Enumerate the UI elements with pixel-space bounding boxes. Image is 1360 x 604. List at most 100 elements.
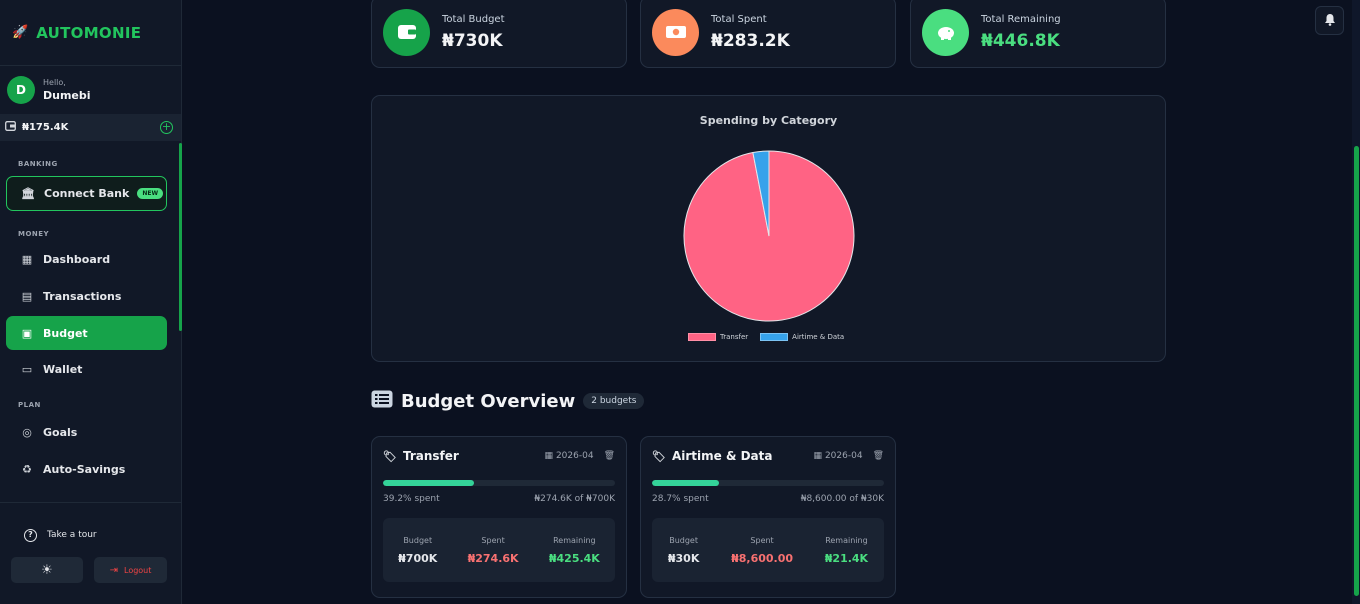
spent-label: Spent — [481, 535, 505, 545]
tag-icon: 🏷 — [383, 449, 397, 463]
spent-summary: ₦8,600.00 of ₦30K — [800, 494, 884, 504]
rocket-icon: 🚀 — [12, 25, 29, 40]
take-tour-label: Take a tour — [47, 530, 97, 540]
sidebar-item-label: Auto-Savings — [43, 462, 126, 476]
calendar-icon: ▦ — [813, 451, 822, 461]
sidebar-item-label: Wallet — [43, 362, 83, 376]
stat-value: ₦446.8K — [981, 30, 1060, 51]
stat-value: ₦730K — [442, 30, 503, 51]
page-scrollbar-thumb[interactable] — [1354, 146, 1359, 596]
brand[interactable]: 🚀 AUTOMONIE — [0, 0, 181, 66]
budget-label: Budget — [669, 535, 698, 545]
logout-button[interactable]: ⇥ Logout — [94, 557, 167, 583]
connect-bank-button[interactable]: 🏛 Connect Bank NEW — [6, 176, 167, 211]
budget-name: Transfer — [402, 449, 459, 463]
piggy-icon: ♻ — [22, 462, 32, 476]
calendar-icon: ▦ — [544, 451, 553, 461]
greeting: Hello, — [43, 78, 66, 87]
spent-amount: ₦274.6K — [467, 551, 519, 565]
budget-overview-header: Budget Overview 2 budgets — [371, 390, 645, 412]
sidebar-footer: ? Take a tour ☀ ⇥ Logout — [0, 502, 182, 583]
sidebar-item-label: Transactions — [43, 289, 122, 303]
sidebar-item-wallet[interactable]: ▭ Wallet — [6, 352, 167, 386]
page-scrollbar[interactable] — [1352, 0, 1360, 604]
sidebar-item-label: Budget — [43, 326, 88, 340]
budget-overview-title: Budget Overview — [401, 390, 576, 412]
budget-period: 2026-04 — [824, 451, 863, 461]
legend-swatch — [760, 333, 789, 341]
budget-card-transfer[interactable]: 🏷 Transfer ▦ 2026-04 🗑 39.2% spent ₦274.… — [371, 436, 627, 598]
budget-breakdown: Budget ₦30K Spent ₦8,600.00 Remaining ₦21.4… — [652, 518, 884, 582]
pie-chart — [683, 150, 855, 322]
sidebar-item-label: Dashboard — [43, 252, 111, 266]
dashboard-icon: ▦ — [21, 252, 33, 266]
sidebar: 🚀 AUTOMONIE D Hello, Dumebi ₦175.4K + BA… — [0, 0, 182, 604]
budget-icon: ▣ — [21, 326, 33, 340]
legend-item[interactable]: Transfer — [688, 333, 748, 341]
legend-label: Transfer — [720, 333, 749, 341]
budget-period: 2026-04 — [555, 451, 594, 461]
help-icon: ? — [24, 528, 37, 542]
legend-item[interactable]: Airtime & Data — [760, 333, 844, 341]
budget-count-badge: 2 budgets — [583, 393, 645, 409]
legend-swatch — [688, 333, 716, 341]
money-icon — [652, 8, 699, 56]
stat-label: Total Budget — [442, 13, 505, 25]
section-plan: PLAN — [18, 401, 41, 409]
sidebar-item-dashboard[interactable]: ▦ Dashboard — [6, 242, 167, 276]
take-tour-button[interactable]: ? Take a tour — [0, 515, 182, 555]
sidebar-item-goals[interactable]: ◎ Goals — [6, 415, 167, 449]
bell-icon — [1324, 13, 1336, 29]
sidebar-item-label: Goals — [43, 425, 78, 439]
spent-summary: ₦274.6K of ₦700K — [534, 494, 615, 504]
stat-label: Total Spent — [711, 13, 767, 25]
progress-fill — [652, 480, 719, 486]
theme-toggle-button[interactable]: ☀ — [11, 557, 83, 583]
sidebar-item-auto-savings[interactable]: ♻ Auto-Savings — [6, 452, 167, 486]
chart-legend: Transfer Airtime & Data — [688, 333, 844, 341]
sidebar-item-transactions[interactable]: ▤ Transactions — [6, 279, 167, 313]
remaining-amount: ₦425.4K — [548, 551, 600, 565]
budget-label: Budget — [403, 535, 433, 545]
tag-icon: 🏷 — [652, 449, 666, 463]
user-name: Dumebi — [43, 89, 91, 102]
sun-icon: ☀ — [41, 562, 53, 578]
remaining-label: Remaining — [825, 535, 868, 545]
piggy-bank-icon — [922, 8, 969, 56]
budget-amount: ₦700K — [398, 551, 438, 565]
target-icon: ◎ — [22, 425, 32, 439]
receipt-icon: ▤ — [21, 289, 33, 303]
wallet-balance: ₦175.4K — [22, 122, 69, 133]
progress-track — [652, 480, 884, 486]
notifications-button[interactable] — [1315, 6, 1344, 35]
budget-name: Airtime & Data — [671, 449, 773, 463]
wallet-balance-bar: ₦175.4K + — [0, 114, 181, 141]
add-funds-button[interactable]: + — [160, 121, 173, 134]
percent-spent: 39.2% spent — [383, 494, 440, 504]
section-money: MONEY — [18, 230, 50, 238]
sidebar-item-budget[interactable]: ▣ Budget — [6, 316, 167, 350]
remaining-label: Remaining — [553, 535, 596, 545]
logout-icon: ⇥ — [109, 564, 118, 576]
logout-label: Logout — [124, 565, 152, 575]
wallet-icon — [5, 121, 16, 134]
trash-icon[interactable]: 🗑 — [604, 451, 615, 461]
legend-label: Airtime & Data — [792, 333, 845, 341]
budget-amount: ₦30K — [667, 551, 700, 565]
budget-card-airtime-data[interactable]: 🏷 Airtime & Data ▦ 2026-04 🗑 28.7% spent… — [640, 436, 896, 598]
stat-card-total-budget: Total Budget ₦730K — [371, 0, 627, 68]
wallet-icon: ▭ — [21, 362, 33, 376]
remaining-amount: ₦21.4K — [824, 551, 869, 565]
progress-fill — [383, 480, 474, 486]
spent-amount: ₦8,600.00 — [731, 551, 794, 565]
stat-value: ₦283.2K — [711, 30, 790, 51]
new-badge: NEW — [137, 188, 164, 199]
budget-breakdown: Budget ₦700K Spent ₦274.6K Remaining ₦425.4… — [383, 518, 615, 582]
stat-label: Total Remaining — [981, 13, 1061, 25]
stat-card-total-remaining: Total Remaining ₦446.8K — [910, 0, 1166, 68]
brand-name: AUTOMONIE — [36, 23, 142, 42]
bank-icon: 🏛 — [21, 187, 35, 200]
trash-icon[interactable]: 🗑 — [873, 451, 884, 461]
section-banking: BANKING — [18, 160, 58, 168]
sidebar-scrollbar[interactable] — [179, 143, 182, 331]
